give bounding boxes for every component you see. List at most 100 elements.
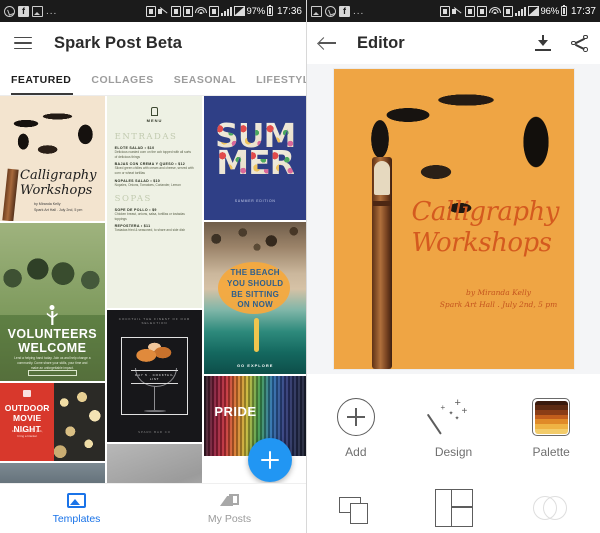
poster-title-line1: Calligraphy xyxy=(411,197,560,227)
menu-item-desc: Tostadas fried & seasoned, to share and … xyxy=(114,228,186,233)
status-notification-icons: f ... xyxy=(4,5,146,17)
app-bar: Spark Post Beta xyxy=(0,22,306,64)
cocktail-label: DAY 5 · COCKTAIL LIST xyxy=(130,370,179,384)
create-post-fab[interactable] xyxy=(248,438,292,482)
menu-item-desc: Chicken breast, onions, salsa, tortillas… xyxy=(114,212,185,221)
poster-canvas[interactable]: Calligraphy Workshops by Miranda Kelly S… xyxy=(333,69,574,369)
download-icon[interactable] xyxy=(535,35,551,51)
bottom-navigation[interactable]: Templates My Posts xyxy=(0,483,306,533)
editor-title: Editor xyxy=(357,33,405,52)
signal2-icon xyxy=(233,6,245,16)
tab-featured[interactable]: FEATURED xyxy=(0,64,81,95)
tab-lifestyle[interactable]: LIFESTYLE xyxy=(246,64,306,95)
template-card-volunteers[interactable]: VOLUNTEERS WELCOME Lend a helping hand t… xyxy=(0,223,105,381)
beach-title-line4: ON NOW xyxy=(237,300,273,310)
battery-percent: 97% xyxy=(246,5,266,17)
cocktail-header: COCKTAIL THE FINEST OF OUR SELECTION xyxy=(118,317,191,325)
my-posts-icon xyxy=(220,492,239,508)
share-icon[interactable] xyxy=(571,34,588,52)
beach-title-line1: THE BEACH xyxy=(230,268,280,277)
back-arrow-icon[interactable] xyxy=(319,36,337,50)
summer-letter: M xyxy=(216,143,249,182)
template-subtitle: by Miranda Kelly Spark Art Hall . July 2… xyxy=(34,202,82,213)
tab-seasonal[interactable]: SEASONAL xyxy=(164,64,246,95)
tool-add[interactable]: Add xyxy=(307,388,405,479)
tool-label: Palette xyxy=(532,445,570,459)
editor-actions xyxy=(535,34,588,52)
menu-logo-icon xyxy=(151,107,158,116)
nfc-icon xyxy=(146,5,157,17)
template-card-menu[interactable]: MENU ENTRADAS ELOTE SALAD • $10 Deliciou… xyxy=(106,96,203,308)
template-card-grey[interactable]: COMING SOON xyxy=(106,444,203,483)
battery-icon xyxy=(560,4,567,16)
bluetooth-icon xyxy=(503,5,514,17)
menu-section-2: SOPAS xyxy=(114,194,152,205)
beach-title: THE BEACH YOU SHOULD BE SITTING ON NOW xyxy=(204,268,306,311)
poster-subtitle-line2: Spark Art Hall . July 2nd, 5 pm xyxy=(439,299,558,309)
poster-title[interactable]: Calligraphy Workshops xyxy=(412,197,564,258)
sync-icon xyxy=(465,5,476,17)
wifi-icon xyxy=(195,6,208,16)
editor-toolbar: Add + + + ✦ ✦ Design Palette xyxy=(307,374,600,533)
overflow-dots: ... xyxy=(46,5,58,17)
movie-badge-icon xyxy=(23,390,32,397)
left-phone-screen: f ... 97% 17:36 Spark Post Beta FEATURED… xyxy=(0,0,307,533)
tool-resize[interactable]: Resize xyxy=(307,479,405,533)
magic-wand-icon: + + + ✦ ✦ xyxy=(426,398,473,436)
template-card-cocktail[interactable]: COCKTAIL THE FINEST OF OUR SELECTION DAY… xyxy=(106,310,203,442)
rocks-photo xyxy=(204,222,306,264)
template-column-1: Calligraphy Workshops by Miranda Kelly S… xyxy=(0,96,105,483)
sync-icon xyxy=(171,5,182,17)
editor-canvas-area[interactable]: Calligraphy Workshops by Miranda Kelly S… xyxy=(307,64,600,374)
pride-title: PRIDE xyxy=(214,404,257,419)
template-card-silhouette[interactable] xyxy=(0,463,105,483)
status-system-icons: 96% 17:37 xyxy=(440,4,596,17)
template-card-movie-night[interactable]: OUTDOOR MOVIE NIGHT Friday 8pm at the pa… xyxy=(0,383,105,461)
tab-collages[interactable]: COLLAGES xyxy=(81,64,163,95)
template-grid: Calligraphy Workshops by Miranda Kelly S… xyxy=(0,96,306,483)
volunteers-photo xyxy=(0,223,105,315)
cocktail-footer: SPARK BAR CO xyxy=(138,430,171,434)
summer-letter: E xyxy=(248,143,270,182)
template-column-2: MENU ENTRADAS ELOTE SALAD • $10 Deliciou… xyxy=(106,96,203,483)
facebook-icon: f xyxy=(18,5,29,17)
hamburger-icon[interactable] xyxy=(14,36,32,50)
battery-icon xyxy=(266,4,273,16)
editor-app-bar: Editor xyxy=(307,22,600,64)
tool-design[interactable]: + + + ✦ ✦ Design xyxy=(405,388,503,479)
poster-subtitle-line1: by Miranda Kelly xyxy=(466,288,531,297)
menu-item-desc: Sliced green chilies with cream and chee… xyxy=(114,166,194,175)
movie-subtitle: Friday 8pm at the park, bring a blanket xyxy=(11,429,43,438)
person-icon xyxy=(44,305,61,327)
category-tabs[interactable]: FEATURED COLLAGES SEASONAL LIFESTYLE BUS xyxy=(0,64,306,96)
nav-label: Templates xyxy=(52,512,101,525)
palette-bands xyxy=(534,400,568,434)
nav-item-my-posts[interactable]: My Posts xyxy=(153,484,306,533)
nfc-icon xyxy=(440,5,451,17)
volunteers-title: VOLUNTEERS WELCOME xyxy=(0,327,105,355)
volunteers-title-line1: VOLUNTEERS xyxy=(7,327,98,341)
resize-rectangles-icon xyxy=(337,489,375,527)
menu-item-desc: Delicious roasted corn on the cob topped… xyxy=(114,150,192,159)
tool-palette[interactable]: Palette xyxy=(502,388,600,479)
beach-title-line2: YOU SHOULD xyxy=(227,278,284,288)
popcorn-photo xyxy=(54,383,105,461)
alarm-icon xyxy=(183,5,194,17)
image-icon xyxy=(311,5,322,17)
summer-caption: SUMMER EDITION xyxy=(234,199,276,203)
right-status-bar: f ... 96% 17:37 xyxy=(307,0,600,22)
menu-item-desc: Nopales, Onions, Tomatoes, Coriander, Le… xyxy=(114,182,181,187)
template-card-summer[interactable]: S U M M E R SUMMER EDITION xyxy=(204,96,306,220)
poster-subtitle[interactable]: by Miranda Kelly Spark Art Hall . July 2… xyxy=(434,287,564,310)
template-card-beach[interactable]: THE BEACH YOU SHOULD BE SITTING ON NOW G… xyxy=(204,222,306,374)
nav-item-templates[interactable]: Templates xyxy=(0,484,153,533)
wifi-icon xyxy=(489,6,502,16)
movie-text-panel: OUTDOOR MOVIE NIGHT Friday 8pm at the pa… xyxy=(0,383,55,461)
tool-layout[interactable]: Layout xyxy=(405,479,503,533)
image-template-icon xyxy=(67,492,86,508)
template-card-calligraphy[interactable]: Calligraphy Workshops by Miranda Kelly S… xyxy=(0,96,105,221)
template-column-3: S U M M E R SUMMER EDITION THE BEACH YOU… xyxy=(204,96,306,483)
nav-label: My Posts xyxy=(207,513,252,525)
summer-letter: R xyxy=(269,143,295,182)
mute-icon xyxy=(158,6,169,17)
